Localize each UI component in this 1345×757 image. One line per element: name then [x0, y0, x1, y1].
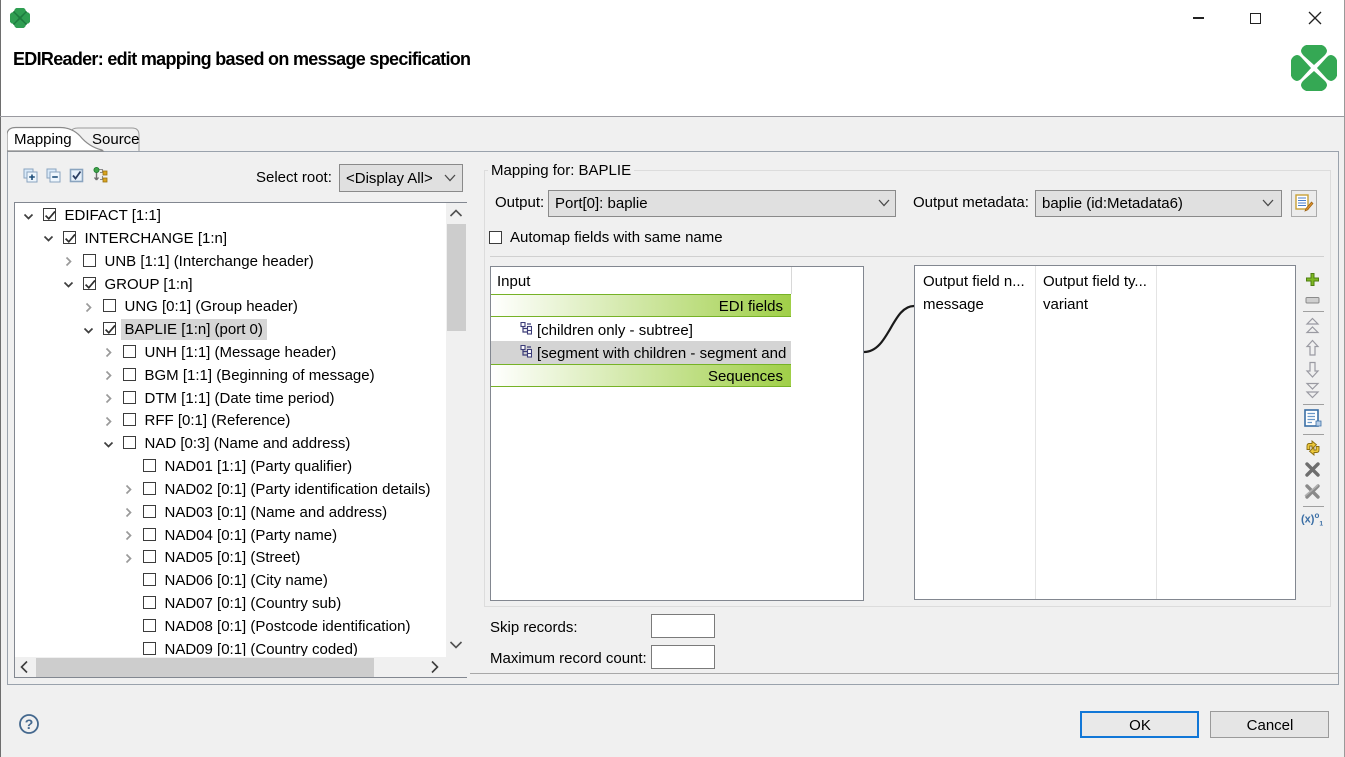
svg-text:?: ?: [25, 716, 34, 732]
